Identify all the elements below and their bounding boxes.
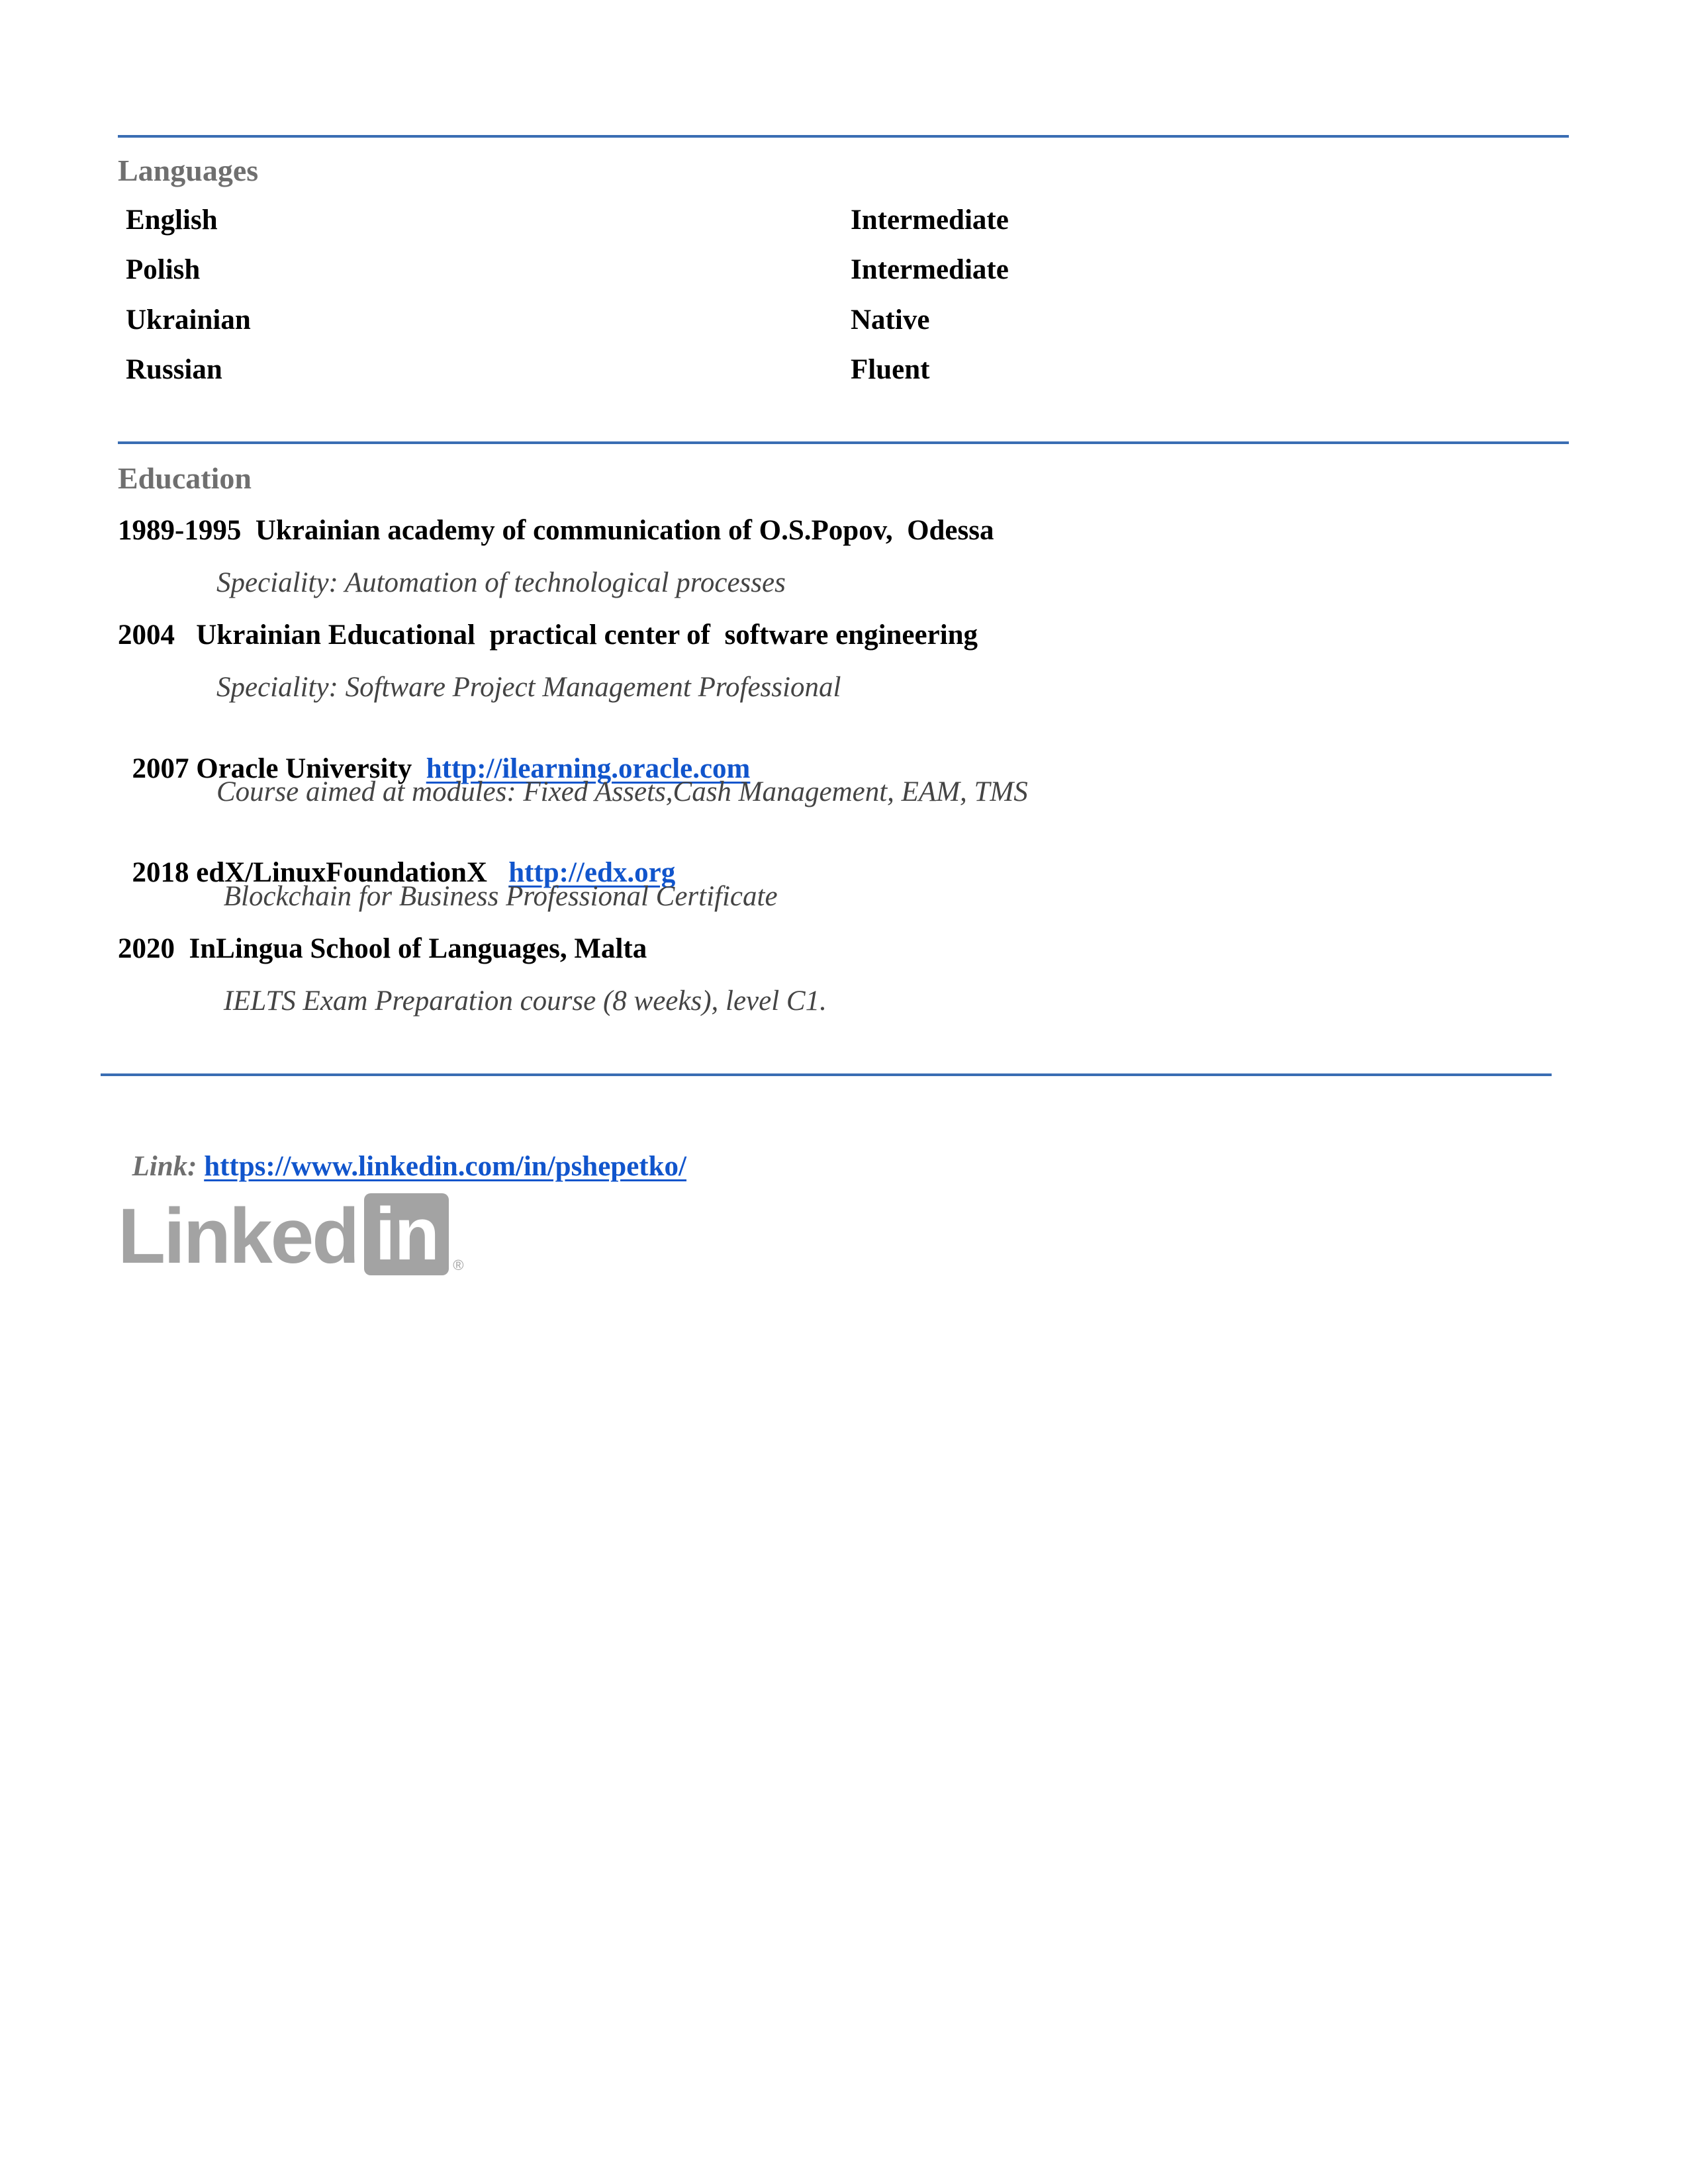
education-heading: 2004 Ukrainian Educational practical cen…: [118, 619, 978, 651]
education-heading: 1989-1995 Ukrainian academy of communica…: [118, 515, 994, 546]
language-name: Russian: [126, 354, 222, 385]
registered-mark-icon: ®: [453, 1257, 464, 1273]
language-level: Intermediate: [851, 205, 1009, 236]
language-level: Native: [851, 304, 930, 336]
bottom-rule: [101, 1073, 1552, 1076]
education-detail: Course aimed at modules: Fixed Assets,Ca…: [216, 776, 1028, 807]
language-name: English: [126, 205, 218, 236]
languages-title: Languages: [118, 154, 259, 187]
logo-in-box: in: [364, 1193, 449, 1275]
languages-top-rule: [118, 135, 1569, 138]
language-name: Ukrainian: [126, 304, 251, 336]
logo-word: Linked: [118, 1193, 359, 1280]
linkedin-logo-icon: Linked in ®: [118, 1188, 464, 1275]
language-level: Intermediate: [851, 254, 1009, 285]
education-detail: Blockchain for Business Professional Cer…: [216, 881, 778, 912]
education-heading: 2020 InLingua School of Languages, Malta: [118, 933, 647, 964]
profile-link-label: Link:: [132, 1151, 197, 1182]
profile-link-row: Link: https://www.linkedin.com/in/pshepe…: [118, 1124, 686, 1181]
linkedin-profile-link[interactable]: https://www.linkedin.com/in/pshepetko/: [204, 1151, 686, 1182]
education-heading-with-link: 2007 Oracle University http://ilearning.…: [118, 726, 751, 783]
language-level: Fluent: [851, 354, 930, 385]
education-detail: IELTS Exam Preparation course (8 weeks),…: [216, 985, 827, 1017]
language-name: Polish: [126, 254, 201, 285]
education-top-rule: [118, 441, 1569, 444]
education-title: Education: [118, 461, 252, 495]
education-detail: Speciality: Automation of technological …: [216, 567, 786, 598]
education-heading-with-link: 2018 edX/LinuxFoundationX http://edx.org: [118, 830, 676, 887]
education-detail: Speciality: Software Project Management …: [216, 672, 841, 703]
